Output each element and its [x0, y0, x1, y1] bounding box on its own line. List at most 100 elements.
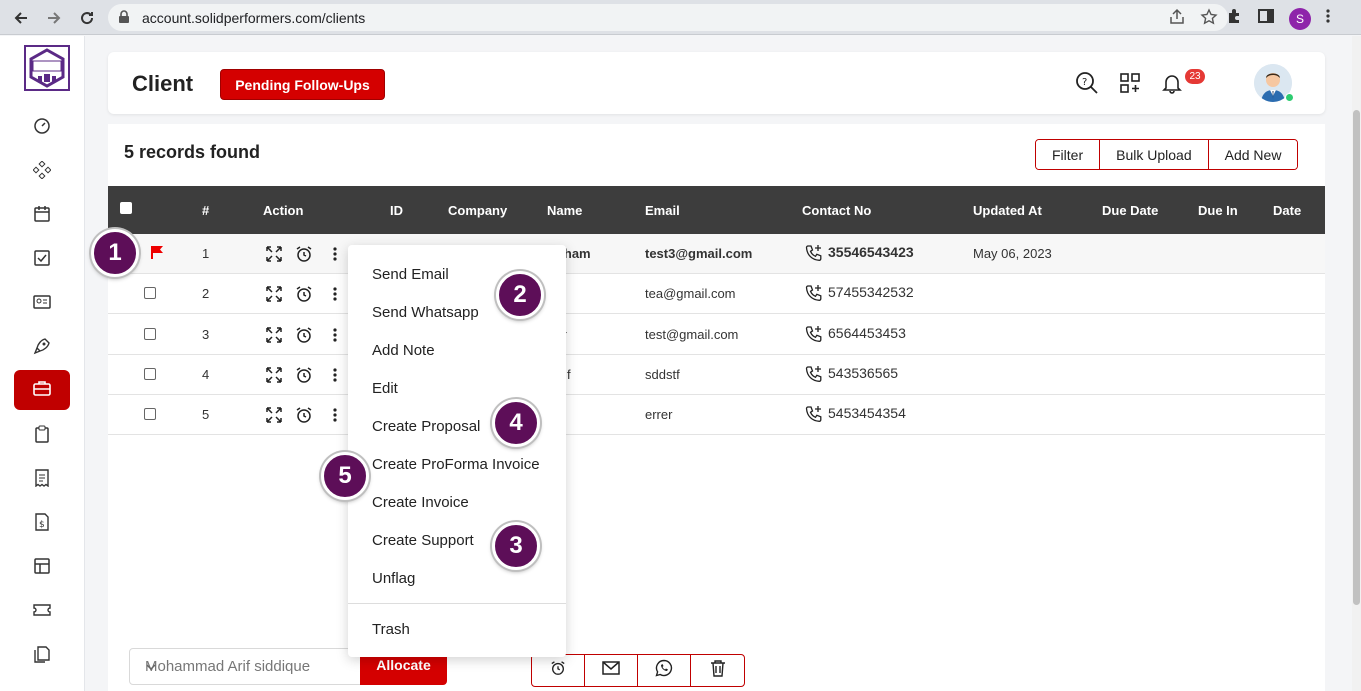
app-logo[interactable]: [24, 45, 70, 91]
more-options-icon[interactable]: [325, 325, 345, 345]
menu-item-send-whatsapp[interactable]: Send Whatsapp: [372, 304, 479, 321]
star-icon[interactable]: [1200, 8, 1218, 31]
column-header[interactable]: Action: [263, 203, 303, 218]
menu-item-create-invoice[interactable]: Create Invoice: [372, 494, 469, 511]
receipt-icon: [33, 468, 51, 492]
sidepanel-icon[interactable]: [1257, 7, 1275, 30]
whatsapp-icon: [655, 659, 673, 682]
briefcase-icon: [32, 379, 52, 402]
alarm-icon[interactable]: [294, 365, 314, 385]
column-header[interactable]: Date: [1273, 203, 1301, 218]
online-status-dot: [1285, 93, 1294, 102]
notification-badge: 23: [1185, 69, 1205, 84]
sidebar-item-tickets[interactable]: [14, 592, 70, 632]
column-header[interactable]: Company: [448, 203, 507, 218]
menu-icon[interactable]: [1325, 7, 1331, 30]
column-header[interactable]: Updated At: [973, 203, 1042, 218]
more-options-icon[interactable]: [325, 284, 345, 304]
column-header[interactable]: Name: [547, 203, 582, 218]
add-call-icon[interactable]: [805, 325, 823, 346]
filter-button[interactable]: Filter: [1036, 140, 1101, 169]
row-checkbox[interactable]: [144, 368, 156, 380]
alarm-icon[interactable]: [294, 325, 314, 345]
browser-toolbar: account.solidperformers.com/clients S: [0, 0, 1361, 35]
expand-icon[interactable]: [264, 365, 284, 385]
column-header[interactable]: ID: [390, 203, 403, 218]
modules-icon: [32, 159, 52, 184]
sidebar-item-tasks[interactable]: [14, 240, 70, 280]
menu-item-send-email[interactable]: Send Email: [372, 266, 449, 283]
menu-item-edit[interactable]: Edit: [372, 380, 398, 397]
column-header[interactable]: Due Date: [1102, 203, 1158, 218]
add-call-icon[interactable]: [805, 284, 823, 305]
add-call-icon[interactable]: [805, 405, 823, 426]
address-bar[interactable]: account.solidperformers.com/clients: [108, 4, 1228, 31]
flag-icon[interactable]: [150, 245, 164, 262]
table-row: 1 ubham test3@gmail.com 35546543423 May …: [108, 234, 1325, 274]
alarm-icon[interactable]: [294, 244, 314, 264]
select-all-checkbox[interactable]: [120, 202, 132, 214]
dashboard-icon: [33, 117, 51, 140]
bell-icon[interactable]: [1159, 70, 1185, 96]
bulk-actions: [531, 654, 745, 687]
assignee-select[interactable]: Mohammad Arif siddique: [129, 648, 361, 685]
table-header: # Action ID Company Name Email Contact N…: [108, 186, 1325, 234]
apps-add-icon[interactable]: [1117, 70, 1143, 96]
extensions-icon[interactable]: [1225, 7, 1243, 30]
reload-icon[interactable]: [76, 7, 98, 29]
row-checkbox[interactable]: [144, 328, 156, 340]
add-call-icon[interactable]: [805, 365, 823, 386]
bulk-upload-button[interactable]: Bulk Upload: [1100, 140, 1209, 169]
share-icon[interactable]: [1168, 8, 1186, 31]
sidebar-item-clients[interactable]: [14, 370, 70, 410]
row-checkbox[interactable]: [144, 408, 156, 420]
more-options-icon[interactable]: [325, 244, 345, 264]
expand-icon[interactable]: [264, 244, 284, 264]
pending-follow-ups-button[interactable]: Pending Follow-Ups: [220, 69, 385, 100]
sidebar-item-contacts[interactable]: [14, 284, 70, 324]
bulk-whatsapp-button[interactable]: [638, 655, 691, 686]
column-header[interactable]: Contact No: [802, 203, 871, 218]
sidebar-item-receipts[interactable]: [14, 460, 70, 500]
add-call-icon[interactable]: [805, 244, 823, 265]
expand-icon[interactable]: [264, 325, 284, 345]
table-icon: [33, 557, 51, 580]
sidebar-item-calendar[interactable]: [14, 196, 70, 236]
menu-item-unflag[interactable]: Unflag: [372, 570, 415, 587]
profile-avatar[interactable]: S: [1289, 7, 1311, 30]
sidebar-item-dashboard[interactable]: [14, 108, 70, 148]
expand-icon[interactable]: [264, 405, 284, 425]
forward-icon[interactable]: [43, 7, 65, 29]
row-checkbox[interactable]: [144, 287, 156, 299]
sidebar-item-documents[interactable]: [14, 636, 70, 676]
bulk-delete-button[interactable]: [691, 655, 744, 686]
menu-item-trash[interactable]: Trash: [372, 621, 410, 638]
sidebar-item-invoices[interactable]: $: [14, 504, 70, 544]
search-icon[interactable]: ?: [1074, 70, 1100, 96]
back-icon[interactable]: [10, 7, 32, 29]
more-options-icon[interactable]: [325, 365, 345, 385]
add-new-button[interactable]: Add New: [1208, 140, 1298, 169]
menu-item-create-proforma-invoice[interactable]: Create ProForma Invoice: [372, 456, 540, 473]
scrollbar-thumb[interactable]: [1353, 110, 1360, 605]
menu-item-create-proposal[interactable]: Create Proposal: [372, 418, 480, 435]
ticket-icon: [33, 601, 51, 624]
sidebar-item-modules[interactable]: [14, 152, 70, 192]
alarm-icon[interactable]: [294, 284, 314, 304]
sidebar-item-projects[interactable]: [14, 328, 70, 368]
sidebar-item-table[interactable]: [14, 548, 70, 588]
row-number: 5: [202, 407, 210, 422]
column-header[interactable]: Due In: [1198, 203, 1238, 218]
alarm-icon[interactable]: [294, 405, 314, 425]
column-header: #: [202, 203, 210, 218]
sidebar-item-clipboard[interactable]: [14, 416, 70, 456]
more-options-icon[interactable]: [325, 405, 345, 425]
bulk-reminder-button[interactable]: [532, 655, 585, 686]
menu-item-create-support[interactable]: Create Support: [372, 532, 474, 549]
column-header[interactable]: Email: [645, 203, 680, 218]
bulk-email-button[interactable]: [585, 655, 638, 686]
menu-item-add-note[interactable]: Add Note: [372, 342, 435, 359]
table-row: 3 gar test@gmail.com 6564453453: [108, 315, 1325, 355]
page-header: Client Pending Follow-Ups ?: [108, 52, 1325, 114]
expand-icon[interactable]: [264, 284, 284, 304]
